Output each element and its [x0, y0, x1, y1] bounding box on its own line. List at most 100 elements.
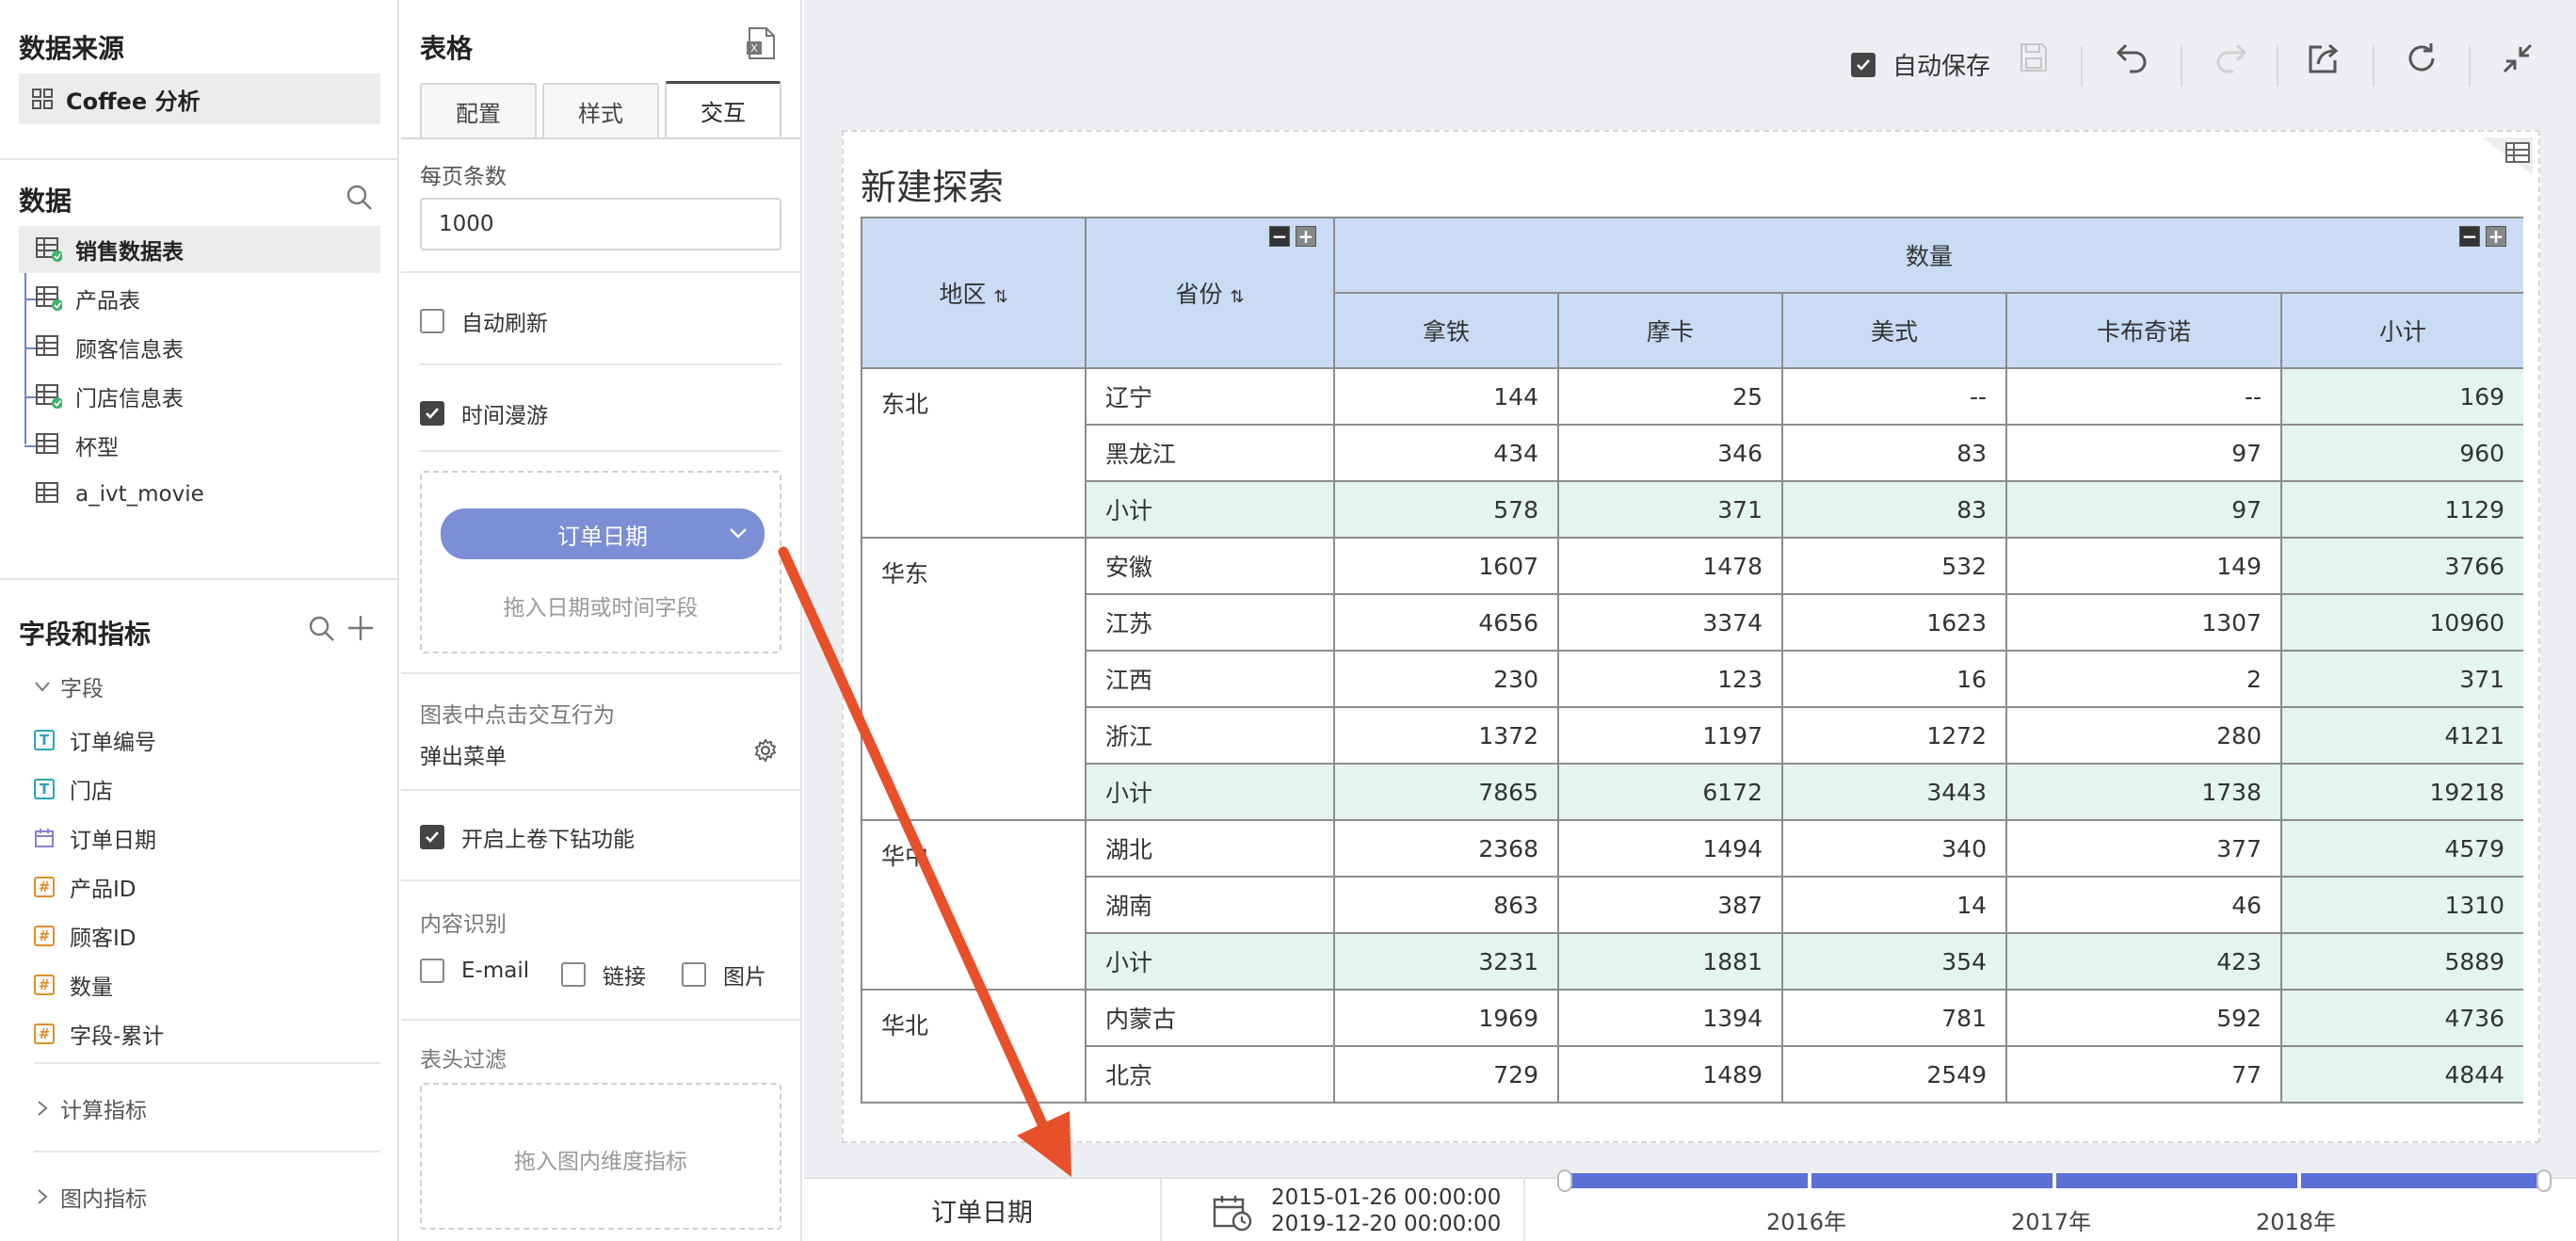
recog-image-option[interactable]: 图片: [682, 959, 766, 991]
province-cell[interactable]: 辽宁: [1085, 367, 1335, 426]
table-settings-icon[interactable]: [2478, 136, 2535, 177]
tab-config[interactable]: 配置: [420, 83, 537, 137]
date-field-pill[interactable]: 订单日期: [441, 508, 765, 559]
value-cell[interactable]: 434: [1333, 424, 1559, 482]
recog-link-option[interactable]: 链接: [561, 959, 646, 991]
time-roam-option[interactable]: 时间漫游: [420, 397, 548, 429]
value-cell[interactable]: 781: [1781, 989, 2007, 1047]
recog-image-checkbox[interactable]: [682, 962, 706, 987]
value-cell[interactable]: 7865: [1333, 763, 1559, 821]
value-cell[interactable]: 4844: [2279, 1045, 2523, 1104]
value-cell[interactable]: 729: [1333, 1045, 1559, 1104]
value-cell[interactable]: 1394: [1557, 989, 1783, 1047]
header-measure[interactable]: 美式: [1781, 292, 2007, 369]
undo-icon[interactable]: [2115, 41, 2150, 73]
recog-link-checkbox[interactable]: [561, 962, 586, 987]
value-cell[interactable]: 1478: [1557, 537, 1783, 595]
value-cell[interactable]: 340: [1781, 819, 2007, 878]
province-cell[interactable]: 浙江: [1085, 706, 1335, 765]
field-item[interactable]: # 字段-累计: [34, 1009, 164, 1058]
province-cell[interactable]: 北京: [1085, 1045, 1335, 1104]
header-measure[interactable]: 卡布奇诺: [2005, 292, 2282, 369]
header-region[interactable]: 地区 ⇅: [861, 217, 1087, 369]
value-cell[interactable]: 423: [2005, 932, 2282, 991]
province-cell[interactable]: 内蒙古: [1085, 989, 1335, 1047]
value-cell[interactable]: 83: [1781, 480, 2007, 539]
value-cell[interactable]: 1197: [1557, 706, 1783, 765]
table-item[interactable]: 杯型: [19, 422, 380, 469]
value-cell[interactable]: 5889: [2279, 932, 2523, 991]
header-measure[interactable]: 拿铁: [1333, 292, 1559, 369]
value-cell[interactable]: 3374: [1557, 593, 1783, 652]
expand-icon[interactable]: +: [2486, 226, 2507, 247]
calc-group-toggle[interactable]: 计算指标: [34, 1092, 147, 1124]
value-cell[interactable]: 46: [2005, 876, 2282, 934]
refresh-icon[interactable]: [2405, 41, 2439, 75]
value-cell[interactable]: 2: [2005, 650, 2282, 708]
expand-icon[interactable]: +: [1296, 226, 1316, 247]
search-icon[interactable]: [345, 183, 375, 213]
header-measure[interactable]: 小计: [2279, 292, 2523, 369]
tab-style[interactable]: 样式: [542, 83, 659, 137]
value-cell[interactable]: --: [1781, 367, 2007, 426]
table-item[interactable]: 门店信息表: [19, 373, 380, 420]
search-icon[interactable]: [307, 614, 337, 644]
province-cell[interactable]: 安徽: [1085, 537, 1335, 595]
province-cell[interactable]: 黑龙江: [1085, 424, 1335, 482]
collapse-icon[interactable]: [2501, 41, 2535, 75]
drill-option[interactable]: 开启上卷下钻功能: [420, 821, 635, 853]
value-cell[interactable]: 149: [2005, 537, 2282, 595]
field-item[interactable]: 订单日期: [34, 814, 156, 862]
value-cell[interactable]: 1494: [1557, 819, 1783, 878]
header-quantity-group[interactable]: − + 数量: [1332, 217, 2523, 294]
value-cell[interactable]: 346: [1557, 424, 1783, 482]
table-item[interactable]: 销售数据表: [19, 226, 380, 273]
province-cell[interactable]: 湖南: [1085, 876, 1335, 934]
value-cell[interactable]: 4736: [2279, 989, 2523, 1047]
value-cell[interactable]: 1623: [1781, 593, 2007, 652]
value-cell[interactable]: 2368: [1333, 819, 1559, 878]
value-cell[interactable]: 1607: [1333, 537, 1559, 595]
value-cell[interactable]: 960: [2279, 424, 2523, 482]
drill-checkbox[interactable]: [420, 825, 444, 849]
collapse-icon[interactable]: −: [2459, 226, 2481, 247]
gear-icon[interactable]: [753, 738, 778, 763]
redo-icon[interactable]: [2213, 41, 2248, 73]
add-icon[interactable]: [346, 614, 375, 642]
subtotal-label-cell[interactable]: 小计: [1085, 932, 1335, 991]
value-cell[interactable]: 25: [1557, 367, 1783, 426]
pivot-table-viewport[interactable]: 地区 ⇅ − + 省份 ⇅ − + 数量 拿铁 摩卡 美式 卡布奇诺 小计 东北 辽宁 144 2…: [861, 217, 2523, 1120]
value-cell[interactable]: 1310: [2279, 876, 2523, 934]
province-cell[interactable]: 江西: [1085, 650, 1335, 708]
table-item[interactable]: 产品表: [19, 275, 380, 322]
value-cell[interactable]: 83: [1781, 424, 2007, 482]
value-cell[interactable]: 169: [2279, 367, 2523, 426]
subtotal-label-cell[interactable]: 小计: [1085, 763, 1335, 821]
slider-handle-end[interactable]: [2536, 1169, 2552, 1192]
tab-interaction[interactable]: 交互: [665, 81, 781, 137]
subtotal-label-cell[interactable]: 小计: [1085, 480, 1335, 539]
page-size-input[interactable]: 1000: [420, 198, 781, 250]
header-province[interactable]: − + 省份 ⇅: [1085, 217, 1335, 369]
value-cell[interactable]: 1489: [1557, 1045, 1783, 1104]
inner-group-toggle[interactable]: 图内指标: [34, 1181, 147, 1213]
value-cell[interactable]: 280: [2005, 706, 2282, 765]
time-roam-checkbox[interactable]: [420, 401, 444, 426]
value-cell[interactable]: 19218: [2279, 763, 2523, 821]
value-cell[interactable]: 97: [2005, 424, 2282, 482]
value-cell[interactable]: 123: [1557, 650, 1783, 708]
field-item[interactable]: T 订单编号: [34, 716, 156, 765]
value-cell[interactable]: 354: [1781, 932, 2007, 991]
fields-group-toggle[interactable]: 字段: [34, 670, 104, 702]
value-cell[interactable]: 14: [1781, 876, 2007, 934]
value-cell[interactable]: --: [2005, 367, 2282, 426]
value-cell[interactable]: 1881: [1557, 932, 1783, 991]
value-cell[interactable]: 1129: [2279, 480, 2523, 539]
value-cell[interactable]: 2549: [1781, 1045, 2007, 1104]
collapse-icon[interactable]: −: [1269, 226, 1290, 247]
calendar-clock-icon[interactable]: [1213, 1194, 1252, 1232]
value-cell[interactable]: 387: [1557, 876, 1783, 934]
value-cell[interactable]: 97: [2005, 480, 2282, 539]
sort-icon[interactable]: ⇅: [1230, 287, 1244, 307]
value-cell[interactable]: 1738: [2005, 763, 2282, 821]
